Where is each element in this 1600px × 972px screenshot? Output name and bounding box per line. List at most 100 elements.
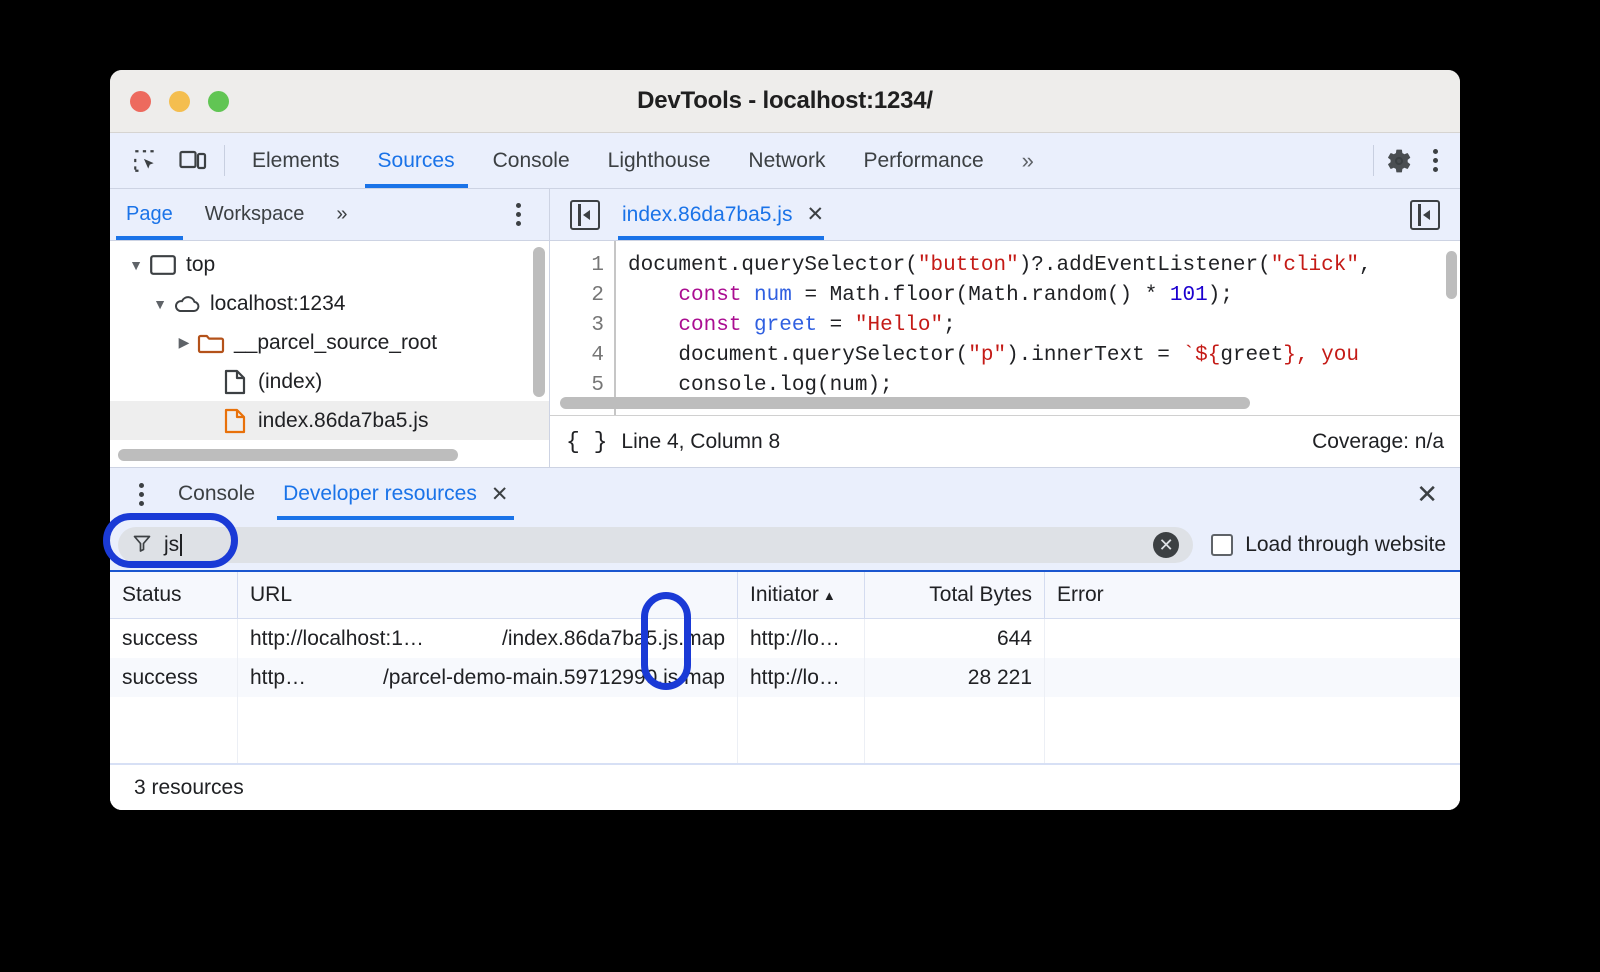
table-row[interactable]: success http://localhost:1… /index.86da7… xyxy=(110,619,1460,658)
filter-value: js xyxy=(164,533,179,557)
tab-performance[interactable]: Performance xyxy=(844,133,1002,188)
code-line: document.querySelector("button")?.addEve… xyxy=(616,251,1460,281)
code-token: document.querySelector( xyxy=(628,344,968,367)
table-row[interactable]: success http… /parcel-demo-main.59712990… xyxy=(110,658,1460,697)
device-toolbar-icon[interactable] xyxy=(176,144,210,178)
cell-status: success xyxy=(110,658,238,697)
filter-bar: js ✕ Load through website xyxy=(110,520,1460,572)
drawer-tab-console[interactable]: Console xyxy=(164,468,269,520)
column-header-error[interactable]: Error xyxy=(1045,572,1460,618)
nav-more-button[interactable]: » xyxy=(320,189,363,240)
close-icon[interactable]: ✕ xyxy=(806,204,824,225)
tree-node-parcel-source-root[interactable]: ▶ __parcel_source_root xyxy=(110,323,549,362)
code-token: "Hello" xyxy=(855,314,943,337)
load-through-website-label: Load through website xyxy=(1245,533,1446,557)
show-navigator-icon[interactable] xyxy=(570,200,600,230)
navigator-menu-icon[interactable] xyxy=(505,200,531,230)
cell-initiator: http://lo… xyxy=(738,619,865,658)
column-header-total-bytes[interactable]: Total Bytes xyxy=(865,572,1045,618)
column-header-status[interactable]: Status xyxy=(110,572,238,618)
nav-tab-label: Workspace xyxy=(205,203,305,226)
more-tabs-button[interactable]: » xyxy=(1003,133,1053,188)
toolbar-divider xyxy=(224,145,225,176)
toolbar-divider-2 xyxy=(1373,145,1374,176)
editor-tab-index-js[interactable]: index.86da7ba5.js ✕ xyxy=(608,189,834,240)
tab-elements[interactable]: Elements xyxy=(233,133,359,188)
load-through-website-option[interactable]: Load through website xyxy=(1193,533,1452,557)
kebab-menu-icon[interactable] xyxy=(1422,146,1448,176)
file-tree: ▼ top ▼ localhost:1234 ▶ xyxy=(110,241,549,467)
tab-network[interactable]: Network xyxy=(729,133,844,188)
url-prefix: http://localhost:1… xyxy=(250,627,424,651)
tab-label: Lighthouse xyxy=(608,149,711,173)
close-icon[interactable]: ✕ xyxy=(491,484,509,505)
code-lines[interactable]: document.querySelector("button")?.addEve… xyxy=(614,241,1460,415)
code-line: document.querySelector("p").innerText = … xyxy=(616,341,1460,371)
filler-error xyxy=(1045,697,1460,763)
editor-tab-bar: index.86da7ba5.js ✕ xyxy=(550,189,1460,241)
url-suffix: /parcel-demo-main.59712990.js.map xyxy=(383,666,725,690)
tab-lighthouse[interactable]: Lighthouse xyxy=(589,133,730,188)
chevron-double-right-icon: » xyxy=(336,203,347,226)
coverage-status: Coverage: n/a xyxy=(1312,430,1444,454)
editor-tab-label: index.86da7ba5.js xyxy=(622,203,792,227)
tree-node-top[interactable]: ▼ top xyxy=(110,245,549,284)
nav-tab-workspace[interactable]: Workspace xyxy=(189,189,321,240)
filler-bytes xyxy=(865,697,1045,763)
drawer-menu-icon[interactable] xyxy=(128,479,154,509)
code-token xyxy=(628,284,678,307)
column-header-url[interactable]: URL xyxy=(238,572,738,618)
editor-pane: index.86da7ba5.js ✕ 1 2 3 4 5 document.q… xyxy=(550,189,1460,467)
code-token: greet xyxy=(754,314,817,337)
code-token: document.querySelector( xyxy=(628,254,918,277)
drawer-tab-developer-resources[interactable]: Developer resources ✕ xyxy=(269,468,522,520)
column-label: Error xyxy=(1057,583,1104,607)
tree-node-index-js[interactable]: index.86da7ba5.js xyxy=(110,401,549,440)
filter-input[interactable]: js ✕ xyxy=(118,527,1193,563)
tree-node-localhost[interactable]: ▼ localhost:1234 xyxy=(110,284,549,323)
column-header-initiator[interactable]: Initiator ▲ xyxy=(738,572,865,618)
frame-icon xyxy=(148,255,178,275)
line-number: 1 xyxy=(550,251,604,281)
code-token: num xyxy=(754,284,792,307)
cloud-icon xyxy=(172,294,202,314)
editor-horizontal-scrollbar[interactable] xyxy=(560,397,1250,409)
tree-node-label: (index) xyxy=(250,370,322,394)
tree-node-index[interactable]: (index) xyxy=(110,362,549,401)
clear-input-icon[interactable]: ✕ xyxy=(1153,532,1179,558)
code-editor[interactable]: 1 2 3 4 5 document.querySelector("button… xyxy=(550,241,1460,415)
tab-label: Performance xyxy=(863,149,983,173)
line-number: 3 xyxy=(550,311,604,341)
close-drawer-button[interactable]: ✕ xyxy=(1394,481,1460,507)
tab-label: Elements xyxy=(252,149,340,173)
code-token: const xyxy=(678,284,741,307)
editor-status-bar: { } Line 4, Column 8 Coverage: n/a xyxy=(550,415,1460,467)
devtools-toolbar: Elements Sources Console Lighthouse Netw… xyxy=(110,133,1460,189)
title-bar: DevTools - localhost:1234/ xyxy=(110,70,1460,133)
editor-vertical-scrollbar[interactable] xyxy=(1446,251,1457,299)
nav-tab-page[interactable]: Page xyxy=(110,189,189,240)
inspect-element-icon[interactable] xyxy=(128,144,162,178)
twisty-icon[interactable]: ▶ xyxy=(172,334,196,351)
tab-sources[interactable]: Sources xyxy=(359,133,474,188)
tab-label: Network xyxy=(748,149,825,173)
twisty-icon[interactable]: ▼ xyxy=(124,257,148,273)
nav-tab-label: Page xyxy=(126,203,173,226)
code-line: const greet = "Hello"; xyxy=(616,311,1460,341)
navigator-horizontal-scrollbar[interactable] xyxy=(118,449,458,461)
twisty-icon[interactable]: ▼ xyxy=(148,296,172,312)
pretty-print-icon[interactable]: { } xyxy=(566,429,607,455)
window-title: DevTools - localhost:1234/ xyxy=(110,87,1460,115)
cell-error xyxy=(1045,619,1460,658)
code-token: ; xyxy=(943,314,956,337)
load-through-website-checkbox[interactable] xyxy=(1211,534,1233,556)
column-label: Total Bytes xyxy=(929,583,1032,607)
navigator-vertical-scrollbar[interactable] xyxy=(533,247,545,397)
show-debugger-icon[interactable] xyxy=(1410,200,1440,230)
code-token: `${ xyxy=(1183,344,1221,367)
tab-console[interactable]: Console xyxy=(474,133,589,188)
folder-icon xyxy=(196,332,226,354)
code-token: const xyxy=(678,314,741,337)
gear-icon[interactable] xyxy=(1382,144,1416,178)
cell-url: http… /parcel-demo-main.59712990.js.map xyxy=(238,658,738,697)
